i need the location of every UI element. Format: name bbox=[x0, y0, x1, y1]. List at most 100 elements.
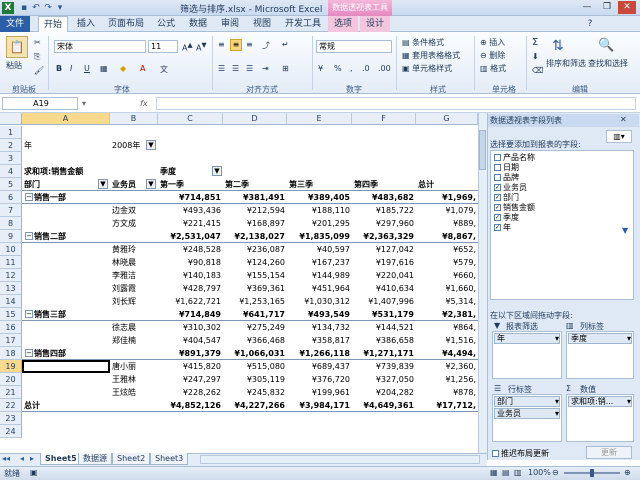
grid-cell[interactable] bbox=[112, 309, 156, 321]
zoom-in-icon[interactable]: ⊕ bbox=[624, 468, 631, 477]
grid-cell[interactable] bbox=[289, 166, 350, 178]
grid-cell[interactable]: ¥483,682 bbox=[354, 192, 414, 204]
grid-cell[interactable] bbox=[112, 413, 156, 425]
collapse-icon[interactable]: − bbox=[25, 193, 33, 201]
grid-cell[interactable] bbox=[24, 218, 108, 230]
grid-cell[interactable]: ¥1,066,031 bbox=[225, 348, 285, 360]
grid-cell[interactable]: 黄雅玲 bbox=[112, 244, 156, 256]
qat-dropdown-icon[interactable]: ▾ bbox=[54, 2, 66, 14]
grid-cell[interactable]: ¥3,984,171 bbox=[289, 400, 350, 412]
grid-cell[interactable] bbox=[225, 426, 285, 438]
chip-dropdown-icon[interactable]: ▾ bbox=[627, 334, 631, 343]
grid-cell[interactable] bbox=[24, 205, 108, 217]
fill-icon[interactable]: ⬇ bbox=[532, 52, 539, 61]
fill-color-icon[interactable]: ◆ bbox=[120, 64, 126, 73]
field-checkbox[interactable]: ✓ bbox=[494, 184, 501, 191]
grid-cell[interactable]: ¥127,042 bbox=[354, 244, 414, 256]
column-chip-quarter[interactable]: 季度 ▾ bbox=[568, 333, 632, 344]
clear-icon[interactable]: ⌫ bbox=[532, 66, 543, 75]
grid-cell[interactable] bbox=[24, 374, 108, 386]
grid-cell[interactable]: ¥2,531,047 bbox=[160, 231, 221, 243]
zoom-level[interactable]: 100% bbox=[528, 468, 551, 477]
grid-cell[interactable]: 郑佳楠 bbox=[112, 335, 156, 347]
tab-design[interactable]: 设计 bbox=[360, 16, 390, 32]
minimize-icon[interactable]: — bbox=[578, 1, 596, 14]
grid-cell[interactable]: ¥168,897 bbox=[225, 218, 285, 230]
grid-cell[interactable]: ¥90,818 bbox=[160, 257, 221, 269]
grid-cell[interactable]: ¥236,087 bbox=[225, 244, 285, 256]
grid-cell[interactable]: ¥389,405 bbox=[289, 192, 350, 204]
grid-cell[interactable]: ¥1,256, bbox=[418, 374, 476, 386]
cut-icon[interactable]: ✂ bbox=[34, 38, 41, 47]
field-item[interactable]: 产品名称 bbox=[494, 153, 535, 163]
grid-cell[interactable] bbox=[418, 426, 476, 438]
grid-cell[interactable] bbox=[160, 127, 221, 139]
field-checkbox[interactable]: ✓ bbox=[494, 214, 501, 221]
grid-cell[interactable]: ¥247,297 bbox=[160, 374, 221, 386]
align-middle-icon[interactable]: ≡ bbox=[230, 39, 242, 51]
row-header[interactable]: 17 bbox=[0, 334, 22, 347]
column-filter-dropdown-icon[interactable]: ▼ bbox=[212, 166, 222, 176]
grid-cell[interactable] bbox=[225, 127, 285, 139]
grid-cell[interactable]: ¥386,658 bbox=[354, 335, 414, 347]
column-header-col-f[interactable]: F bbox=[352, 113, 416, 125]
row-header[interactable]: 14 bbox=[0, 295, 22, 308]
field-item[interactable]: ✓ 季度 bbox=[494, 213, 519, 223]
wrap-text-icon[interactable]: ↵ bbox=[282, 40, 289, 49]
grid-cell[interactable] bbox=[112, 426, 156, 438]
grid-cell[interactable]: ¥155,154 bbox=[225, 270, 285, 282]
grid-cell[interactable]: ¥220,041 bbox=[354, 270, 414, 282]
row-chip-salesperson[interactable]: 业务员 ▾ bbox=[494, 408, 560, 419]
undo-icon[interactable]: ↶ bbox=[30, 2, 42, 14]
grid-cell[interactable] bbox=[160, 426, 221, 438]
align-bottom-icon[interactable]: ≡ bbox=[246, 40, 253, 49]
row-header[interactable]: 6 bbox=[0, 191, 22, 204]
tab-options[interactable]: 选项 bbox=[328, 16, 358, 32]
grid-cell[interactable]: ¥1,622,721 bbox=[160, 296, 221, 308]
field-checkbox[interactable] bbox=[494, 154, 501, 161]
grid-cell[interactable] bbox=[112, 153, 156, 165]
tab-data[interactable]: 数据 bbox=[184, 16, 212, 32]
grid-cell[interactable] bbox=[24, 296, 108, 308]
tab-insert[interactable]: 插入 bbox=[72, 16, 100, 32]
collapse-icon[interactable]: − bbox=[25, 310, 33, 318]
grid-cell[interactable]: ¥199,961 bbox=[289, 387, 350, 399]
report-filter-dropdown-icon[interactable]: ▼ bbox=[146, 140, 156, 150]
grid-cell[interactable] bbox=[354, 413, 414, 425]
font-name-select[interactable]: 宋体 bbox=[54, 40, 146, 53]
grid-cell[interactable]: ¥1,271,171 bbox=[354, 348, 414, 360]
dept-filter-dropdown-icon[interactable]: ▼ bbox=[98, 179, 108, 189]
grid-cell[interactable]: ¥864, bbox=[418, 322, 476, 334]
grid-cell[interactable]: ¥245,832 bbox=[225, 387, 285, 399]
comma-icon[interactable]: , bbox=[350, 64, 353, 73]
grid-cell[interactable]: ¥493,549 bbox=[289, 309, 350, 321]
format-painter-icon[interactable]: 🖌 bbox=[34, 66, 44, 75]
indent-icon[interactable]: ⇥ bbox=[262, 64, 269, 73]
row-header[interactable]: 7 bbox=[0, 204, 22, 217]
grid-cell[interactable]: ¥212,594 bbox=[225, 205, 285, 217]
row-header[interactable]: 15 bbox=[0, 308, 22, 321]
conditional-format-button[interactable]: ▤ 条件格式 bbox=[402, 37, 444, 48]
grid-cell[interactable]: ¥410,634 bbox=[354, 283, 414, 295]
font-color-icon[interactable]: A bbox=[140, 64, 145, 73]
merge-icon[interactable]: ⊞ bbox=[282, 64, 289, 73]
grid-cell[interactable]: 王雅林 bbox=[112, 374, 156, 386]
grid-cell[interactable] bbox=[418, 153, 476, 165]
grid-cell[interactable]: ¥891,379 bbox=[160, 348, 221, 360]
increase-decimal-icon[interactable]: .0 bbox=[362, 64, 370, 73]
tab-developer[interactable]: 开发工具 bbox=[282, 16, 324, 32]
grid-cell[interactable]: 边金双 bbox=[112, 205, 156, 217]
grid-cell[interactable] bbox=[289, 140, 350, 152]
sort-filter-button[interactable]: 排序和筛选 bbox=[546, 58, 586, 69]
chip-dropdown-icon[interactable]: ▾ bbox=[555, 397, 559, 406]
grid-cell[interactable]: ¥358,817 bbox=[289, 335, 350, 347]
grid-cell[interactable] bbox=[112, 192, 156, 204]
grid-cell[interactable]: 销售一部 bbox=[34, 192, 118, 204]
table-format-button[interactable]: ▦ 套用表格格式 bbox=[402, 50, 460, 61]
percent-icon[interactable]: % bbox=[334, 64, 342, 73]
grid-cell[interactable]: ¥531,179 bbox=[354, 309, 414, 321]
grid-cell[interactable]: ¥305,119 bbox=[225, 374, 285, 386]
row-header[interactable]: 1 bbox=[0, 126, 22, 139]
field-item[interactable]: ✓ 业务员 bbox=[494, 183, 527, 193]
grid-cell[interactable] bbox=[24, 283, 108, 295]
